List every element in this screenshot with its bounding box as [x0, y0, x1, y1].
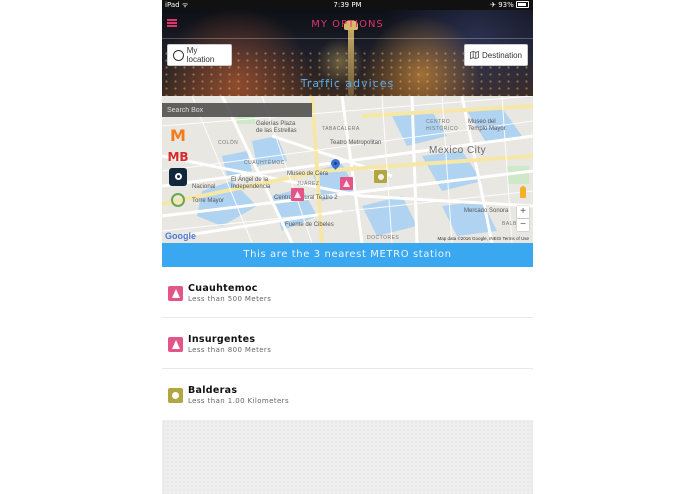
map-label-centro-cultural: Centro Cultural Teatro 2 — [274, 195, 338, 201]
map-label-galerias: Galerías Plaza de las Estrellas — [256, 121, 297, 134]
station-distance: Less than 500 Meters — [188, 295, 272, 303]
map-label-balb: BALB — [502, 221, 517, 227]
uber-toggle[interactable] — [168, 167, 188, 186]
status-bar: iPad ᯤ 7:39 PM ✈ 93% — [162, 0, 533, 10]
metro-station-icon — [168, 337, 183, 352]
uber-logo-icon — [169, 167, 187, 186]
station-item-insurgentes[interactable]: Insurgentes Less than 800 Meters — [162, 318, 533, 369]
map-label-torre-mayor: Torre Mayor — [192, 198, 225, 204]
map-label-museo-templo: Museo del Templo Mayor — [468, 119, 506, 132]
ecobici-logo-icon — [171, 192, 185, 207]
map-attribution[interactable]: Map data ©2016 Google, INEGI Terms of Us… — [437, 236, 529, 241]
map-label-angel: El Ángel de la Independencia — [231, 177, 271, 190]
metro-station-icon — [168, 388, 183, 403]
metro-station-icon — [168, 286, 183, 301]
metrobus-toggle[interactable]: MB — [167, 148, 189, 165]
station-distance: Less than 800 Meters — [188, 346, 272, 354]
station-item-cuauhtemoc[interactable]: Cuauhtemoc Less than 500 Meters — [162, 267, 533, 318]
my-location-label: My location — [186, 46, 215, 64]
map-label-museo-cera: Museo de Cera — [287, 171, 329, 177]
map-label-colon: COLÓN — [218, 140, 239, 146]
empty-footer-area — [162, 420, 533, 494]
street-view-pegman-icon[interactable] — [520, 186, 526, 198]
map-label-doctores: DOCTORES — [367, 235, 400, 241]
traffic-advices-link[interactable]: Traffic advices — [162, 77, 533, 90]
destination-label: Destination — [481, 50, 522, 60]
map-label-mexico-city: Mexico City — [429, 145, 487, 156]
map-label-teatro-metropolitan: Teatro Metropolitan — [330, 140, 382, 146]
station-list: Cuauhtemoc Less than 500 Meters Insurgen… — [162, 267, 533, 420]
station-distance: Less than 1.00 Kilometers — [188, 397, 290, 405]
clock: 7:39 PM — [333, 1, 362, 9]
map-view[interactable]: Galerías Plaza de las Estrellas TABACALE… — [162, 96, 533, 243]
nearest-stations-banner: This are the 3 nearest METRO station — [162, 243, 533, 267]
metrobus-logo-icon: MB — [167, 149, 189, 164]
map-label-fuente-cibeles: Fuente de Cibeles — [285, 222, 334, 228]
bike-toggle[interactable] — [168, 191, 188, 208]
metro-logo-icon: M — [170, 125, 186, 145]
destination-button[interactable]: Destination — [464, 44, 528, 66]
folded-map-icon — [470, 51, 479, 59]
map-label-nacional: Nacional — [192, 184, 216, 190]
map-label-cuauhtemoc: CUAUHTÉMOC — [244, 160, 285, 166]
map-label-centro-historico: CENTRO HISTÓRICO — [426, 119, 459, 132]
page-title: MY OPTIONS — [311, 19, 384, 30]
metro-marker-cuauhtemoc[interactable] — [340, 177, 353, 190]
station-item-balderas[interactable]: Balderas Less than 1.00 Kilometers — [162, 369, 533, 420]
map-label-tabacalera: TABACALERA — [322, 126, 360, 132]
battery-status: ✈ 93% — [490, 1, 529, 9]
station-name: Balderas — [188, 385, 238, 396]
metro-marker-insurgentes[interactable] — [291, 188, 304, 201]
zoom-out-button[interactable]: − — [517, 219, 529, 231]
map-label-juarez: JUÁREZ — [297, 181, 320, 187]
zoom-in-button[interactable]: + — [517, 206, 529, 218]
location-circle-icon — [173, 49, 184, 61]
header-hero: MY OPTIONS My location Destination Traff… — [162, 10, 533, 96]
google-logo: Google — [165, 231, 196, 241]
metro-line-toggle[interactable]: M — [168, 127, 188, 144]
map-label-mercado-sonora: Mercado Sonora — [464, 208, 509, 214]
my-location-button[interactable]: My location — [167, 44, 232, 66]
header-divider — [162, 38, 533, 39]
battery-icon — [516, 1, 529, 8]
station-name: Insurgentes — [188, 334, 256, 345]
station-name: Cuauhtemoc — [188, 283, 258, 294]
metro-marker-balderas[interactable] — [374, 170, 387, 183]
app-screen: iPad ᯤ 7:39 PM ✈ 93% MY OPTIONS My locat… — [162, 0, 533, 494]
map-search-input[interactable] — [162, 103, 312, 117]
